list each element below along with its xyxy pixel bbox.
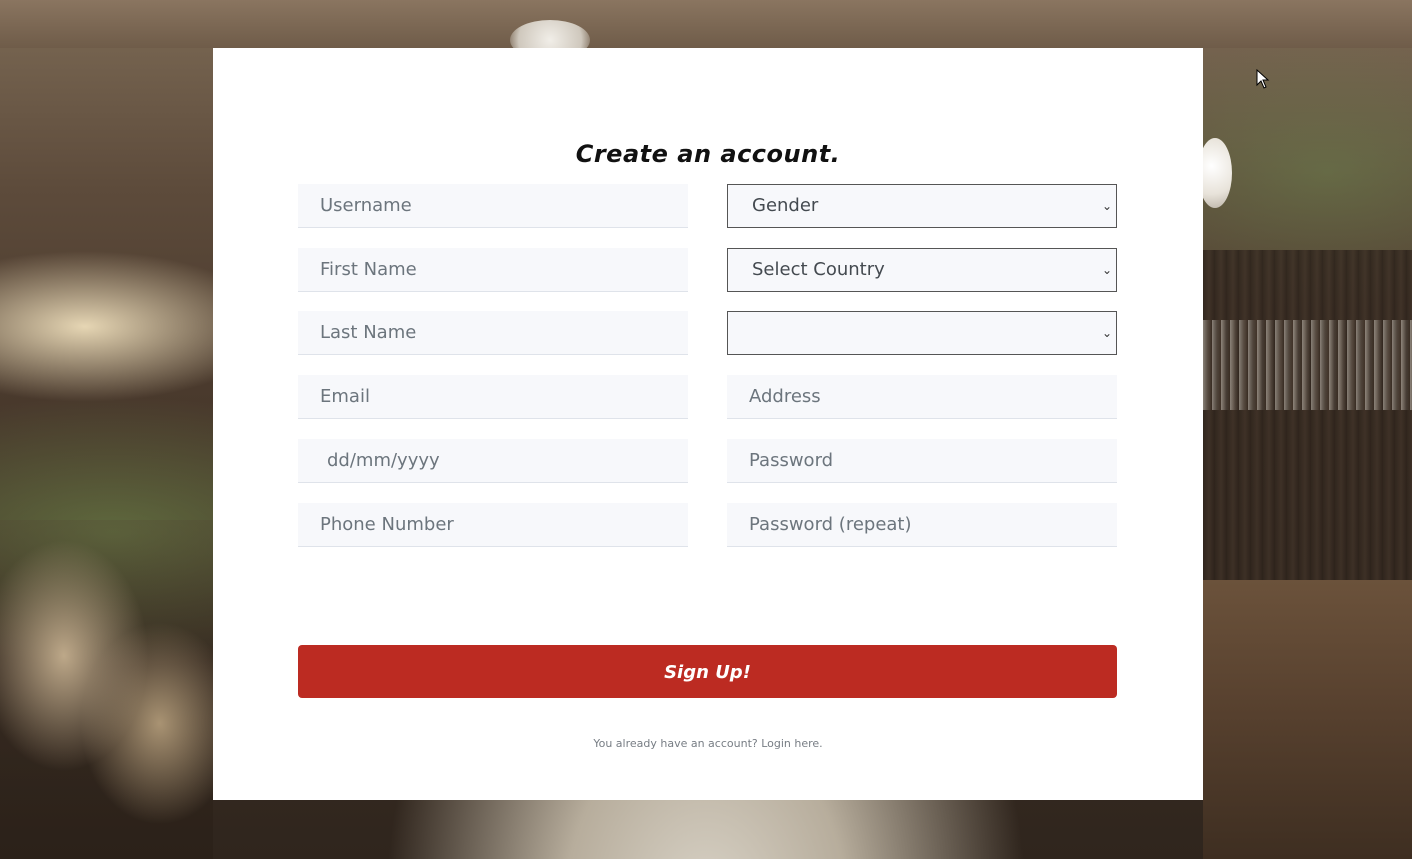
- form-title: Create an account.: [575, 140, 841, 168]
- background-dining-chairs: [0, 520, 213, 859]
- country-select-value: Select Country: [752, 259, 885, 280]
- login-link[interactable]: You already have an account? Login here.: [593, 737, 822, 750]
- gender-select-value: Gender: [752, 195, 819, 216]
- background-glassware: [1203, 320, 1412, 410]
- country-select[interactable]: Select Country ⌄: [727, 248, 1117, 292]
- password-input[interactable]: [727, 439, 1117, 483]
- gender-select[interactable]: Gender ⌄: [727, 184, 1117, 228]
- region-select[interactable]: ⌄: [727, 311, 1117, 355]
- last-name-input[interactable]: [298, 311, 688, 355]
- first-name-input[interactable]: [298, 248, 688, 292]
- address-input[interactable]: [727, 375, 1117, 419]
- chevron-down-icon: ⌄: [1101, 326, 1112, 340]
- email-input[interactable]: [298, 375, 688, 419]
- login-link-text: You already have an account? Login here.: [213, 737, 1203, 750]
- chevron-down-icon: ⌄: [1101, 199, 1112, 213]
- phone-number-input[interactable]: [298, 503, 688, 547]
- chevron-down-icon: ⌄: [1101, 263, 1112, 277]
- background-bar-counter: [1203, 580, 1412, 859]
- background-bar-wall: [1203, 250, 1412, 580]
- password-repeat-input[interactable]: [727, 503, 1117, 547]
- birthdate-input[interactable]: [298, 439, 688, 483]
- mouse-pointer-icon: [1256, 69, 1270, 89]
- background-globe-lamp: [1198, 138, 1232, 208]
- background-ceiling: [0, 0, 1412, 48]
- sign-up-button[interactable]: Sign Up!: [298, 645, 1117, 698]
- username-input[interactable]: [298, 184, 688, 228]
